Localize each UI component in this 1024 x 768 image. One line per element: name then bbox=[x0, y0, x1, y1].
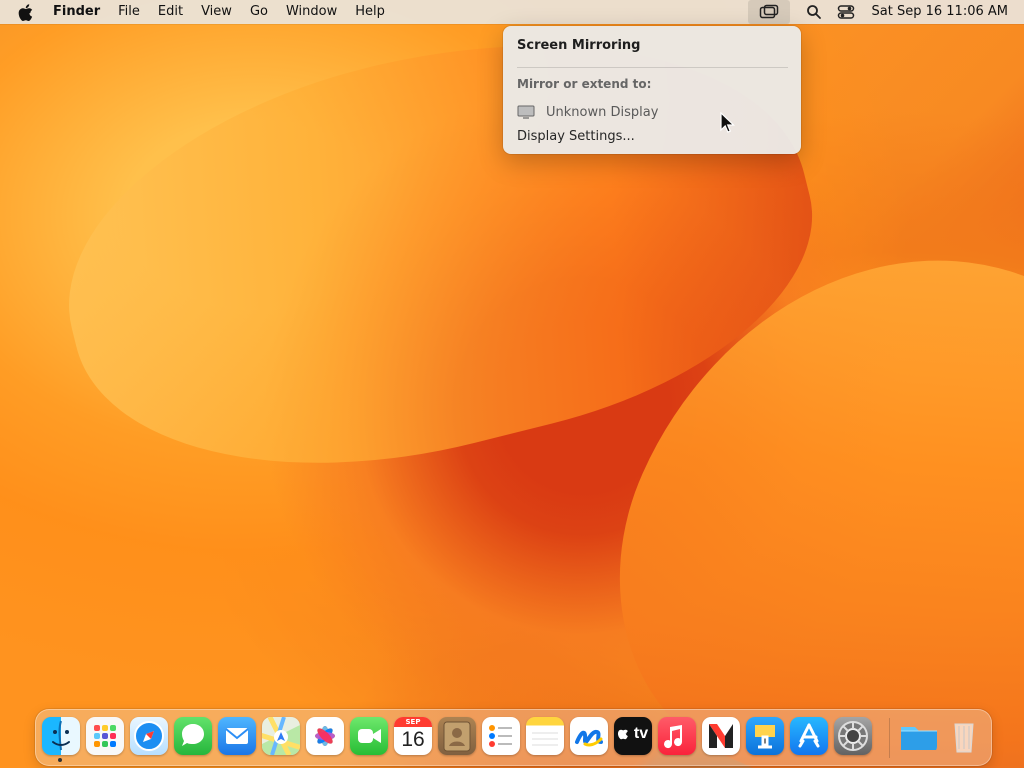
video-camera-icon bbox=[358, 729, 381, 743]
unknown-display-option[interactable]: Unknown Display bbox=[517, 102, 787, 122]
calendar-month: SEP bbox=[394, 717, 432, 727]
news-n-icon bbox=[709, 724, 733, 748]
scribble-icon bbox=[575, 729, 603, 747]
photos-icon[interactable] bbox=[306, 717, 344, 755]
search-magnifier-icon bbox=[806, 5, 821, 19]
flower-icon bbox=[315, 726, 335, 746]
system-settings-icon[interactable] bbox=[834, 717, 872, 755]
notes-icon[interactable] bbox=[526, 717, 564, 755]
menu-go[interactable]: Go bbox=[250, 0, 268, 24]
app-store-icon[interactable] bbox=[790, 717, 828, 755]
reminders-icon[interactable] bbox=[482, 717, 520, 755]
keynote-icon[interactable] bbox=[746, 717, 784, 755]
apple-tv-icon[interactable]: tv bbox=[614, 717, 652, 755]
gear-icon bbox=[838, 721, 868, 751]
calendar-day: 16 bbox=[401, 728, 425, 751]
apple-icon[interactable] bbox=[16, 3, 34, 21]
mouse-pointer-icon bbox=[720, 112, 735, 133]
trash-icon[interactable] bbox=[945, 717, 983, 755]
menu-edit[interactable]: Edit bbox=[158, 0, 183, 24]
safari-icon[interactable] bbox=[130, 717, 168, 755]
speech-bubble-icon bbox=[182, 724, 204, 746]
music-icon[interactable] bbox=[658, 717, 696, 755]
maps-icon[interactable] bbox=[262, 717, 300, 755]
contact-card-icon bbox=[443, 721, 471, 752]
screen-mirroring-icon[interactable] bbox=[747, 0, 790, 24]
app-store-a-icon bbox=[798, 723, 820, 748]
popover-title: Screen Mirroring bbox=[517, 38, 641, 53]
compass-icon bbox=[134, 721, 164, 751]
spotlight-search-icon[interactable] bbox=[798, 0, 830, 24]
calendar-icon[interactable]: SEP 16 bbox=[394, 717, 432, 755]
screen-mirroring-symbol bbox=[759, 4, 778, 19]
apple-icon-shape bbox=[18, 3, 32, 21]
finder-running-indicator bbox=[58, 758, 62, 762]
menu-app-name[interactable]: Finder bbox=[53, 0, 100, 24]
dock-separator bbox=[889, 718, 890, 758]
messages-icon[interactable] bbox=[174, 717, 212, 755]
music-note-icon bbox=[664, 725, 683, 749]
desktop: Finder File Edit View Go Window Help Sat… bbox=[0, 0, 1024, 768]
menu-file[interactable]: File bbox=[118, 0, 140, 24]
blue-folder-icon bbox=[901, 727, 937, 750]
news-icon[interactable] bbox=[702, 717, 740, 755]
menu-help[interactable]: Help bbox=[355, 0, 385, 24]
launchpad-grid-icon bbox=[94, 725, 116, 747]
tv-label: tv bbox=[633, 725, 649, 742]
menu-window[interactable]: Window bbox=[286, 0, 337, 24]
mirror-extend-label: Mirror or extend to: bbox=[517, 77, 652, 91]
facetime-icon[interactable] bbox=[350, 717, 388, 755]
popover-divider bbox=[517, 67, 788, 68]
control-toggle-icon bbox=[837, 5, 854, 19]
menu-bar: Finder File Edit View Go Window Help Sat… bbox=[0, 0, 1024, 24]
screen-mirroring-popover: Screen Mirroring Mirror or extend to: Un… bbox=[503, 26, 801, 154]
finder-face-icon bbox=[52, 720, 70, 751]
finder-icon[interactable] bbox=[42, 717, 80, 755]
unknown-display-label: Unknown Display bbox=[546, 104, 659, 120]
envelope-icon bbox=[225, 728, 249, 744]
notes-lines-icon bbox=[532, 732, 558, 746]
dock: SEP 16 tv bbox=[35, 709, 992, 766]
menu-bar-left: Finder File Edit View Go Window Help bbox=[16, 0, 403, 24]
launchpad-icon[interactable] bbox=[86, 717, 124, 755]
control-center-icon[interactable] bbox=[830, 0, 862, 24]
menu-view[interactable]: View bbox=[201, 0, 232, 24]
checklist-icon bbox=[489, 725, 512, 747]
menu-bar-right: Sat Sep 16 11:06 AM bbox=[747, 0, 1008, 24]
folder-icon[interactable] bbox=[899, 717, 937, 755]
map-icon bbox=[262, 717, 300, 755]
mail-icon[interactable] bbox=[218, 717, 256, 755]
podium-icon bbox=[755, 725, 775, 749]
menu-bar-clock[interactable]: Sat Sep 16 11:06 AM bbox=[872, 0, 1008, 24]
display-settings-button[interactable]: Display Settings... bbox=[517, 129, 635, 144]
display-icon bbox=[517, 105, 535, 119]
trash-can-icon bbox=[954, 723, 974, 753]
freeform-icon[interactable] bbox=[570, 717, 608, 755]
contacts-icon[interactable] bbox=[438, 717, 476, 755]
